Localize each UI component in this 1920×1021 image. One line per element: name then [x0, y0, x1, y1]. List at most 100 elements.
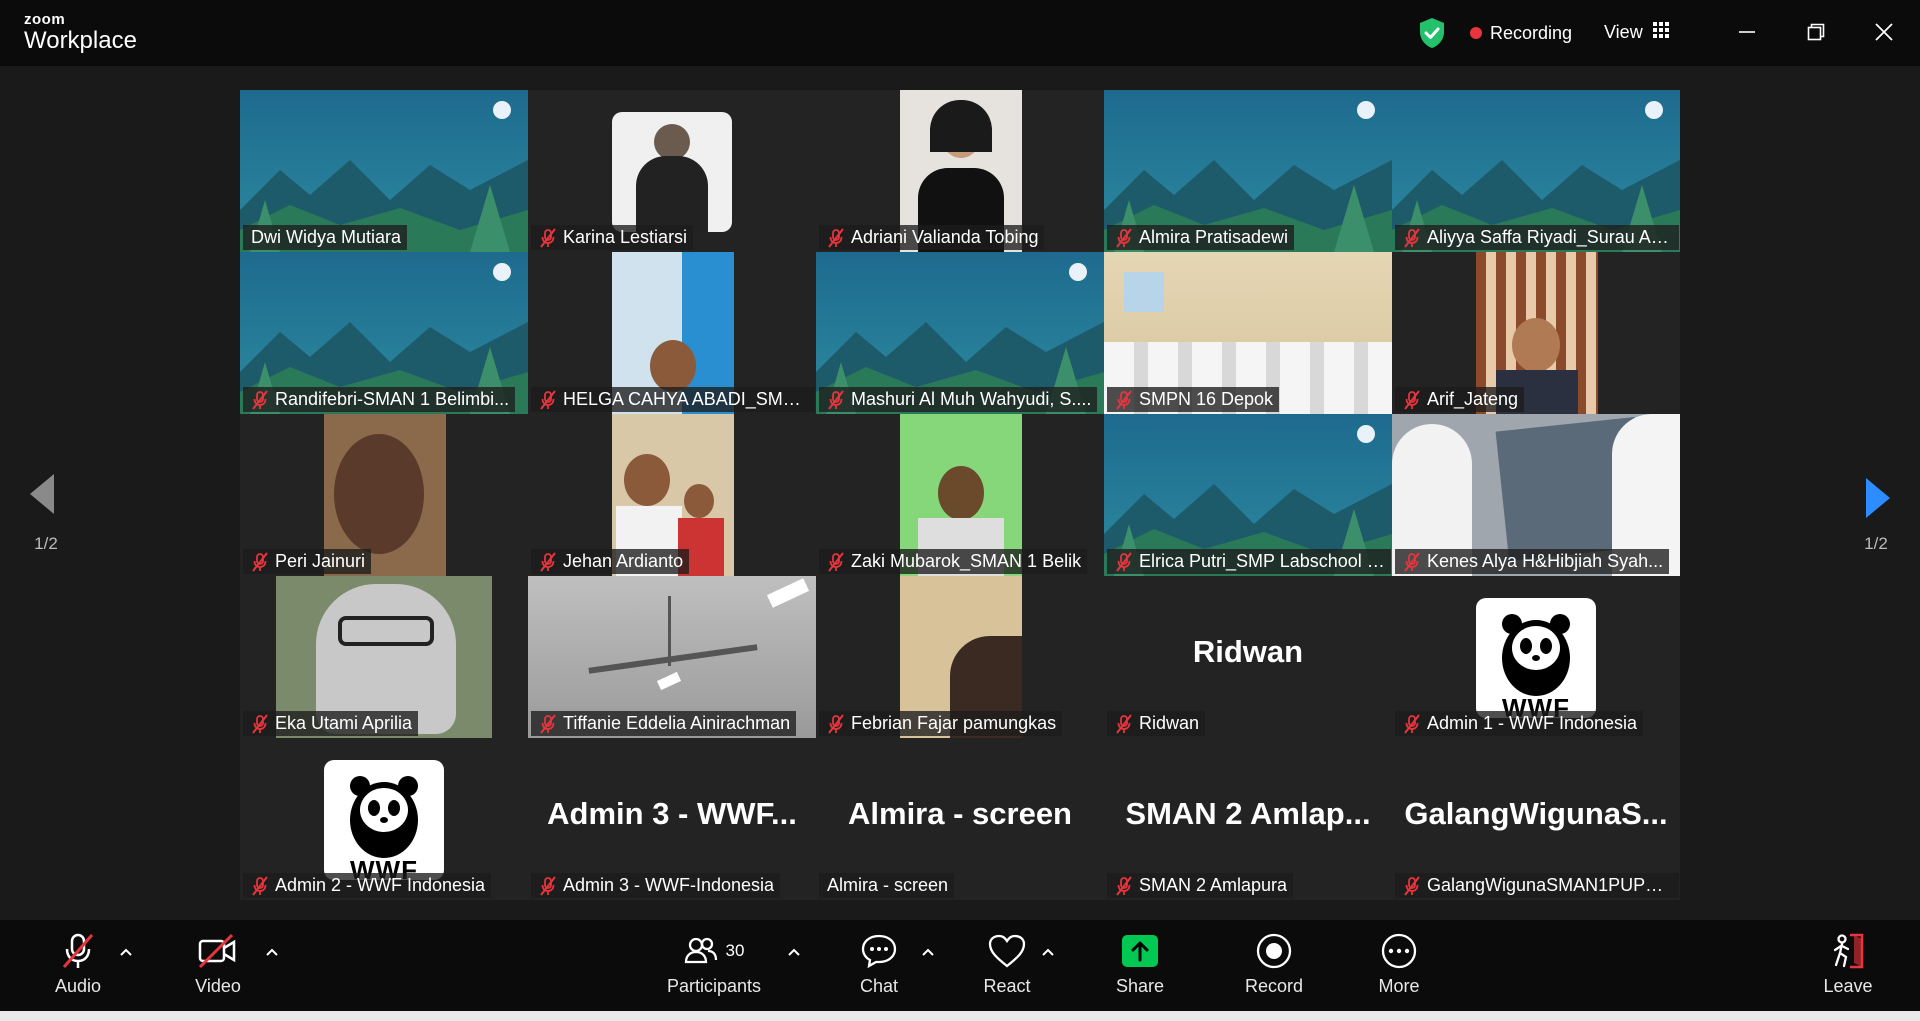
- participant-tile[interactable]: Elrica Putri_SMP Labschool J...: [1104, 414, 1392, 576]
- participant-tile[interactable]: Dwi Widya Mutiara: [240, 90, 528, 252]
- participant-tile[interactable]: Zaki Mubarok_SMAN 1 Belik: [816, 414, 1104, 576]
- participant-name: SMPN 16 Depok: [1139, 389, 1274, 409]
- participant-tile[interactable]: Almira Pratisadewi: [1104, 90, 1392, 252]
- react-label: React: [983, 976, 1031, 996]
- participants-icon: [684, 937, 717, 964]
- close-icon[interactable]: [1866, 14, 1902, 50]
- participant-tile[interactable]: WWF Admin 1 - WWF Indonesia: [1392, 576, 1680, 738]
- next-page-button[interactable]: [1862, 476, 1894, 520]
- video-options-chevron-icon[interactable]: [264, 944, 280, 960]
- participant-tile[interactable]: Admin 3 - WWF... Admin 3 - WWF-Indonesia: [528, 738, 816, 900]
- participant-name-label: Admin 3 - WWF-Indonesia: [531, 873, 781, 898]
- meeting-toolbar: Audio Video 30 Participants Chat React S…: [0, 920, 1920, 1011]
- view-button[interactable]: View: [1604, 20, 1669, 44]
- record-button[interactable]: Record: [1242, 930, 1306, 1004]
- participants-label: Participants: [666, 976, 762, 996]
- participant-tile[interactable]: Karina Lestiarsi: [528, 90, 816, 252]
- recording-label: Recording: [1490, 22, 1573, 43]
- participant-name-label: HELGA CAHYA ABADI_SMKN...: [531, 387, 815, 412]
- participant-tile[interactable]: Tiffanie Eddelia Ainirachman: [528, 576, 816, 738]
- participant-name: GalangWigunaSMAN1PUPU...: [1427, 875, 1673, 895]
- participant-tile[interactable]: HELGA CAHYA ABADI_SMKN...: [528, 252, 816, 414]
- participant-name: Ridwan: [1139, 713, 1200, 733]
- participant-tile[interactable]: Jehan Ardianto: [528, 414, 816, 576]
- recording-indicator[interactable]: Recording: [1470, 21, 1572, 45]
- participant-tile[interactable]: Eka Utami Aprilia: [240, 576, 528, 738]
- restore-icon[interactable]: [1798, 14, 1834, 50]
- chat-button[interactable]: Chat: [856, 930, 902, 1004]
- microphone-muted-icon: [1116, 713, 1132, 734]
- participant-name-label: Dwi Widya Mutiara: [243, 225, 408, 250]
- shield-check-icon[interactable]: [1418, 17, 1446, 49]
- participant-name: Eka Utami Aprilia: [275, 713, 413, 733]
- chevron-left-icon: [30, 474, 54, 514]
- more-button[interactable]: More: [1374, 930, 1424, 1004]
- leave-icon: [1828, 930, 1868, 972]
- audio-options-chevron-icon[interactable]: [118, 944, 134, 960]
- brand-main: Workplace: [24, 27, 137, 54]
- participant-tile[interactable]: GalangWigunaS... GalangWigunaSMAN1PUPU...: [1392, 738, 1680, 900]
- participant-name: Almira - screen: [827, 875, 949, 895]
- participant-name: Dwi Widya Mutiara: [251, 227, 402, 247]
- participant-display-name: Almira - screen: [848, 796, 1072, 831]
- participant-name: HELGA CAHYA ABADI_SMKN...: [563, 389, 809, 409]
- participant-display-name: SMAN 2 Amlap...: [1125, 796, 1371, 831]
- participant-name: Arif_Jateng: [1427, 389, 1519, 409]
- minimize-icon[interactable]: [1729, 14, 1765, 50]
- leave-label: Leave: [1823, 976, 1873, 996]
- participant-display-name: Admin 3 - WWF...: [547, 796, 797, 831]
- participant-display-name: GalangWigunaS...: [1404, 796, 1668, 831]
- microphone-muted-icon: [540, 551, 556, 572]
- participant-tile[interactable]: Adriani Valianda Tobing: [816, 90, 1104, 252]
- participant-name: Almira Pratisadewi: [1139, 227, 1289, 247]
- participant-name: Peri Jainuri: [275, 551, 366, 571]
- participant-tile[interactable]: Ridwan Ridwan: [1104, 576, 1392, 738]
- participant-tile[interactable]: Kenes Alya H&Hibjiah Syah...: [1392, 414, 1680, 576]
- participant-tile[interactable]: WWF Admin 2 - WWF Indonesia: [240, 738, 528, 900]
- participant-tile[interactable]: Mashuri Al Muh Wahyudi, S....: [816, 252, 1104, 414]
- participants-count: 30: [725, 941, 745, 960]
- participant-tile[interactable]: Febrian Fajar pamungkas: [816, 576, 1104, 738]
- participant-name: Mashuri Al Muh Wahyudi, S....: [851, 389, 1092, 409]
- participant-tile[interactable]: Randifebri-SMAN 1 Belimbi...: [240, 252, 528, 414]
- app-logo: zoom Workplace: [24, 12, 137, 53]
- microphone-muted-icon: [252, 713, 268, 734]
- audio-button[interactable]: Audio: [50, 930, 106, 1004]
- participant-name-label: Almira Pratisadewi: [1107, 225, 1295, 250]
- participants-button[interactable]: 30 Participants: [664, 930, 764, 1004]
- microphone-muted-icon: [1116, 875, 1132, 896]
- participant-name-label: Febrian Fajar pamungkas: [819, 711, 1063, 736]
- video-off-icon: [196, 930, 240, 972]
- participant-name-label: Eka Utami Aprilia: [243, 711, 419, 736]
- video-button[interactable]: Video: [188, 930, 248, 1004]
- participant-tile[interactable]: Peri Jainuri: [240, 414, 528, 576]
- leave-button[interactable]: Leave: [1820, 930, 1876, 1004]
- share-button[interactable]: Share: [1112, 930, 1168, 1004]
- participant-tile[interactable]: Almira - screen Almira - screen: [816, 738, 1104, 900]
- more-label: More: [1378, 976, 1420, 996]
- participant-name-label: Adriani Valianda Tobing: [819, 225, 1045, 250]
- participants-options-chevron-icon[interactable]: [786, 944, 802, 960]
- participant-tile[interactable]: SMAN 2 Amlap... SMAN 2 Amlapura: [1104, 738, 1392, 900]
- share-label: Share: [1115, 976, 1165, 996]
- participant-tile[interactable]: Aliyya Saffa Riyadi_Surau Ac...: [1392, 90, 1680, 252]
- participant-tile[interactable]: Arif_Jateng: [1392, 252, 1680, 414]
- gallery-grid: Dwi Widya Mutiara Karina Lestiarsi Adriani…: [240, 90, 1681, 900]
- microphone-muted-icon: [540, 389, 556, 410]
- react-button[interactable]: React: [982, 930, 1032, 1004]
- chat-options-chevron-icon[interactable]: [920, 944, 936, 960]
- participant-name-label: Admin 1 - WWF Indonesia: [1395, 711, 1644, 736]
- microphone-muted-icon: [540, 875, 556, 896]
- participant-name: Kenes Alya H&Hibjiah Syah...: [1427, 551, 1664, 571]
- participant-tile[interactable]: SMPN 16 Depok: [1104, 252, 1392, 414]
- previous-page-button[interactable]: [26, 472, 58, 516]
- participant-name: Admin 1 - WWF Indonesia: [1427, 713, 1638, 733]
- participant-name-label: Peri Jainuri: [243, 549, 372, 574]
- react-options-chevron-icon[interactable]: [1040, 944, 1056, 960]
- participant-name: SMAN 2 Amlapura: [1139, 875, 1288, 895]
- record-label: Record: [1244, 976, 1304, 996]
- microphone-muted-icon: [1116, 227, 1132, 248]
- microphone-muted-icon: [252, 389, 268, 410]
- participant-name: Karina Lestiarsi: [563, 227, 688, 247]
- participant-name-label: Ridwan: [1107, 711, 1206, 736]
